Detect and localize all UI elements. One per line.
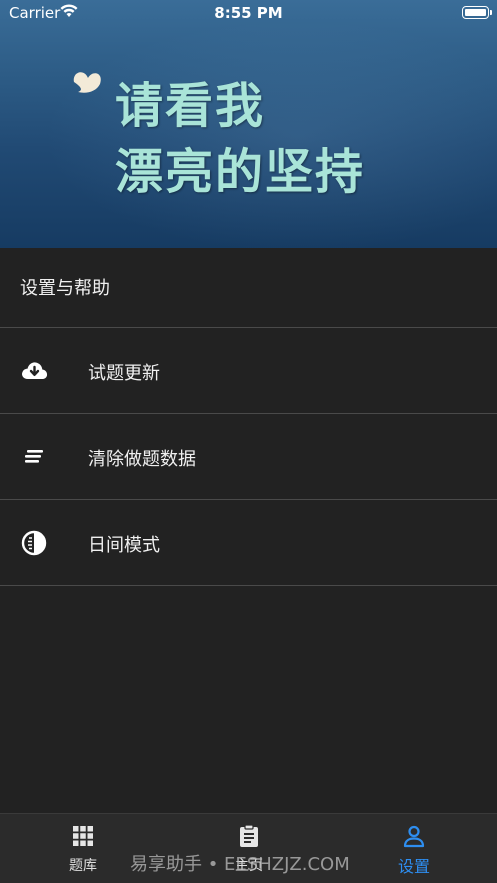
- contrast-icon: [21, 530, 47, 556]
- cloud-download-icon: [22, 362, 48, 379]
- row-day-mode[interactable]: 日间模式: [0, 500, 497, 586]
- row-label: 日间模式: [88, 535, 160, 556]
- settings-screen: 请看我 漂亮的坚持 Carrier 8:55 PM 设置与帮助 试题更新 清除做…: [0, 0, 497, 883]
- row-question-update[interactable]: 试题更新: [0, 328, 497, 414]
- banner-image: 请看我 漂亮的坚持 Carrier 8:55 PM: [0, 0, 497, 248]
- person-icon: [403, 825, 425, 848]
- lines-icon: [25, 450, 43, 463]
- clipboard-icon: [240, 824, 258, 847]
- grid-icon: [73, 826, 93, 846]
- battery-icon: [462, 6, 492, 19]
- row-label: 清除做题数据: [88, 449, 196, 470]
- heart-icon: [73, 72, 101, 93]
- tab-label: 设置: [397, 857, 430, 876]
- status-bar: Carrier 8:55 PM: [0, 0, 497, 26]
- watermark: 易享助手 • EESHZJZ.COM: [130, 854, 350, 875]
- tab-settings[interactable]: 设置: [331, 814, 497, 883]
- banner-text-line2: 漂亮的坚持: [115, 144, 366, 200]
- banner-text-line1: 请看我: [115, 78, 266, 134]
- section-title: 设置与帮助: [20, 278, 110, 299]
- row-clear-data[interactable]: 清除做题数据: [0, 414, 497, 500]
- clock: 8:55 PM: [214, 4, 283, 22]
- section-header: 设置与帮助: [0, 248, 497, 328]
- row-label: 试题更新: [88, 363, 160, 384]
